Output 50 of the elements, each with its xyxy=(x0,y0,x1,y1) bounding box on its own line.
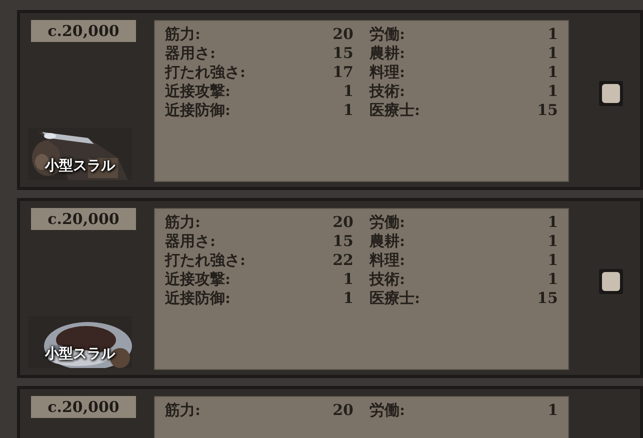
price-label: c.20,000 xyxy=(31,208,136,230)
stat-value: 1 xyxy=(546,232,558,251)
stat-value: 1 xyxy=(342,289,354,308)
stat-label: 農耕: xyxy=(370,44,406,63)
stat-value: 15 xyxy=(536,289,558,308)
stat-value: 1 xyxy=(546,401,558,420)
checkbox[interactable] xyxy=(599,80,623,106)
stat-value: 1 xyxy=(546,270,558,289)
stat-label: 医療士: xyxy=(370,101,422,120)
stat-label: 器用さ: xyxy=(165,232,217,251)
stat-label: 医療士: xyxy=(370,289,422,308)
price-label: c.20,000 xyxy=(31,20,136,42)
stat-label: 近接攻撃: xyxy=(165,270,232,289)
stat-value: 1 xyxy=(342,101,354,120)
stat-label: 労働: xyxy=(370,213,406,232)
stat-value: 1 xyxy=(546,213,558,232)
stat-value: 1 xyxy=(546,251,558,270)
stat-value: 20 xyxy=(332,25,354,44)
stat-value: 15 xyxy=(332,44,354,63)
stat-label: 器用さ: xyxy=(165,44,217,63)
checkbox[interactable] xyxy=(599,268,623,294)
stat-label: 打たれ強さ: xyxy=(165,251,247,270)
stat-label: 筋力: xyxy=(165,25,202,44)
item-name: 小型スラル xyxy=(44,158,116,174)
stat-label: 筋力: xyxy=(165,213,202,232)
stat-label: 料理: xyxy=(370,63,406,82)
stat-label: 料理: xyxy=(370,251,406,270)
stat-value: 22 xyxy=(332,251,354,270)
stat-label: 労働: xyxy=(370,401,406,420)
stat-value: 15 xyxy=(536,101,558,120)
stat-value: 1 xyxy=(546,44,558,63)
stat-label: 近接防御: xyxy=(165,289,232,308)
stat-value: 1 xyxy=(546,63,558,82)
stat-label: 近接防御: xyxy=(165,101,232,120)
stat-value: 17 xyxy=(332,63,354,82)
stat-value: 1 xyxy=(546,82,558,101)
stat-value: 15 xyxy=(332,232,354,251)
stat-label: 労働: xyxy=(370,25,406,44)
stat-label: 打たれ強さ: xyxy=(165,63,247,82)
stat-value: 1 xyxy=(546,25,558,44)
stat-label: 技術: xyxy=(370,270,406,289)
stat-value: 20 xyxy=(332,401,354,420)
stat-value: 20 xyxy=(332,213,354,232)
stat-label: 農耕: xyxy=(370,232,406,251)
stat-value: 1 xyxy=(342,270,354,289)
stat-label: 近接攻撃: xyxy=(165,82,232,101)
stat-value: 1 xyxy=(342,82,354,101)
price-label: c.20,000 xyxy=(31,396,136,418)
stat-label: 筋力: xyxy=(165,401,202,420)
stat-label: 技術: xyxy=(370,82,406,101)
